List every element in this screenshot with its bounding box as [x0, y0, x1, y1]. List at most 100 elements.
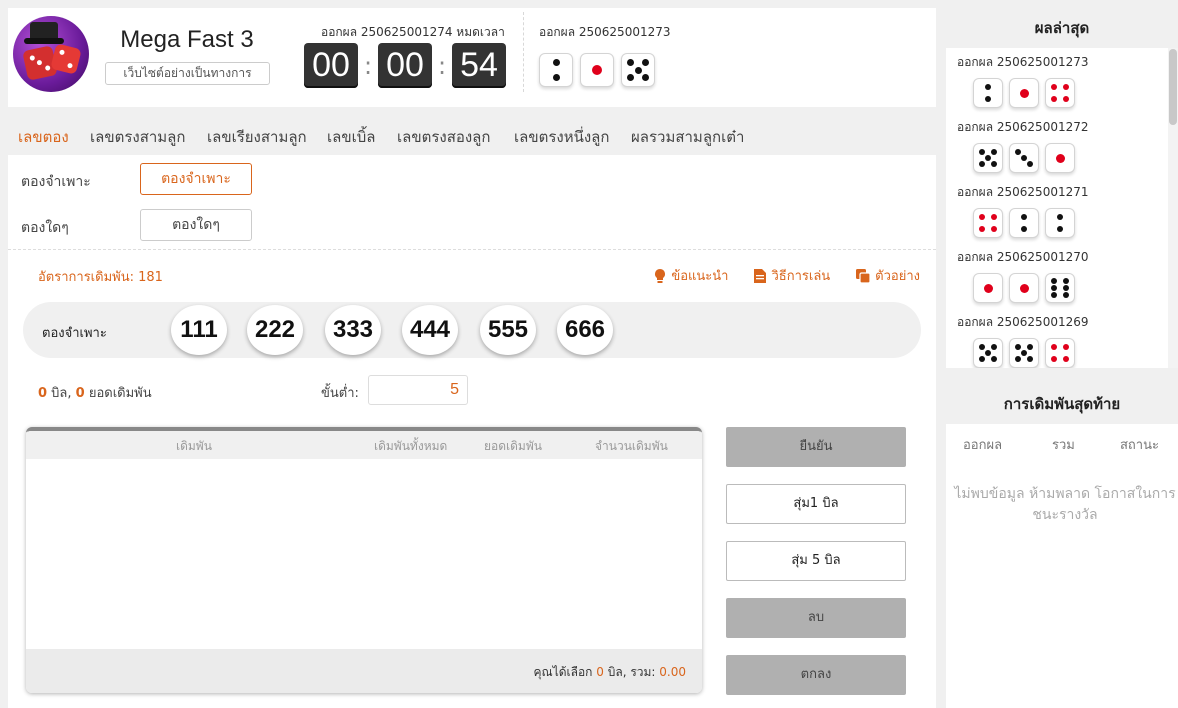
timer-minutes: 00 — [378, 43, 432, 88]
die-pip — [1051, 96, 1057, 102]
die-pip — [1063, 278, 1069, 284]
result-draw-label: ออกผล 250625001272 — [957, 120, 1089, 134]
die-pip — [1015, 344, 1021, 350]
die-pip — [984, 284, 993, 293]
timer-seconds: 54 — [452, 43, 506, 88]
last-bets-panel: การเดิมพันสุดท้าย ออกผล รวม สถานะ ไม่พบข… — [946, 384, 1178, 708]
minimum-stake-input[interactable] — [368, 375, 468, 405]
result-dice — [973, 143, 1075, 173]
tab-exact-three[interactable]: เลขตรงสามลูก — [90, 125, 185, 149]
die-face-5-icon — [973, 143, 1003, 173]
die-pip — [553, 59, 560, 66]
die-pip — [1027, 344, 1033, 350]
tips-link[interactable]: ข้อแนะนำ — [654, 265, 728, 286]
die-pip — [991, 161, 997, 167]
delete-button[interactable]: ลบ — [726, 598, 906, 638]
any-triple-button[interactable]: ตองใดๆ — [140, 209, 252, 241]
die-pip — [991, 149, 997, 155]
results-scrollbar[interactable] — [1168, 48, 1178, 368]
die-pip — [642, 74, 649, 81]
help-links: ข้อแนะนำ วิธีการเล่น ตัวอย่าง — [654, 265, 920, 286]
die-pip — [979, 161, 985, 167]
number-choice-bar: ตองจำเพาะ 111 222 333 444 555 666 — [23, 302, 921, 358]
die-face-1-icon — [1009, 78, 1039, 108]
die-pip — [1051, 285, 1057, 291]
how-to-play-link[interactable]: วิธีการเล่น — [754, 265, 830, 286]
result-dice — [973, 78, 1075, 108]
die-face-2-icon — [1009, 208, 1039, 238]
result-row: ออกผล 250625001273 — [946, 48, 1168, 113]
game-title: Mega Fast 3 — [120, 26, 254, 53]
latest-results-list: ออกผล 250625001273 ออกผล 250625001272 ออกผ… — [946, 48, 1168, 368]
tab-sequence-three[interactable]: เลขเรียงสามลูก — [207, 125, 307, 149]
bills-count: 0 — [38, 386, 48, 401]
die-pip — [553, 74, 560, 81]
die-face-2-icon — [973, 78, 1003, 108]
die-pip — [1057, 214, 1063, 220]
previous-draw-label: ออกผล 250625001273 — [539, 25, 671, 39]
die-pip — [1063, 344, 1069, 350]
number-button-111[interactable]: 111 — [171, 305, 227, 355]
result-row: ออกผล 250625001270 — [946, 243, 1168, 308]
choice-label: ตองจำเพาะ — [42, 326, 107, 341]
mode-row-label: ตองใดๆ — [21, 220, 69, 236]
die-face-1-icon — [973, 273, 1003, 303]
confirm-button[interactable]: ยืนยัน — [726, 427, 906, 467]
specific-triple-button[interactable]: ตองจำเพาะ — [140, 163, 252, 195]
random-5-bills-button[interactable]: สุ่ม 5 บิล — [726, 541, 906, 581]
lightbulb-icon — [655, 268, 666, 283]
current-draw-label: ออกผล 250625001274 หมดเวลา — [321, 25, 505, 39]
section-divider — [8, 249, 936, 250]
die-pip — [991, 356, 997, 362]
last-bets-title: การเดิมพันสุดท้าย — [946, 384, 1178, 424]
game-logo — [13, 16, 89, 92]
tab-sum-three[interactable]: ผลรวมสามลูกเต๋า — [631, 125, 744, 149]
die-face-5-icon — [973, 338, 1003, 368]
die-pip — [985, 350, 991, 356]
die-face-5-icon — [1009, 338, 1039, 368]
scrollbar-thumb[interactable] — [1169, 49, 1177, 125]
number-button-555[interactable]: 555 — [480, 305, 536, 355]
die-pip — [1051, 344, 1057, 350]
number-button-222[interactable]: 222 — [247, 305, 303, 355]
result-row: ออกผล 250625001269 — [946, 308, 1168, 368]
bet-total: 0 — [75, 386, 85, 401]
how-to-play-label: วิธีการเล่น — [771, 269, 831, 284]
die-pip — [627, 74, 634, 81]
die-face-4-icon — [1045, 78, 1075, 108]
result-draw-label: ออกผล 250625001270 — [957, 250, 1089, 264]
tab-double[interactable]: เลขเบิ้ล — [327, 125, 375, 149]
timer-separator: : — [437, 51, 447, 80]
official-site-badge[interactable]: เว็บไซต์อย่างเป็นทางการ — [105, 62, 270, 85]
number-button-444[interactable]: 444 — [402, 305, 458, 355]
die-face-6-icon — [1045, 273, 1075, 303]
die-face-2-icon — [539, 53, 573, 87]
mode-row-label: ตองจำเพาะ — [21, 174, 91, 190]
die-pip — [1021, 214, 1027, 220]
ok-button[interactable]: ตกลง — [726, 655, 906, 695]
tab-exact-one[interactable]: เลขตรงหนึ่งลูก — [514, 125, 609, 149]
tips-link-label: ข้อแนะนำ — [671, 269, 729, 284]
die-pip — [1015, 149, 1021, 155]
die-face-3-icon — [1009, 143, 1039, 173]
die-face-1-icon — [1009, 273, 1039, 303]
example-link[interactable]: ตัวอย่าง — [856, 265, 920, 286]
selected-count: 0 — [596, 665, 604, 679]
die-pip — [1051, 84, 1057, 90]
odds-label: อัตราการเดิมพัน: 181 — [38, 270, 163, 285]
number-button-666[interactable]: 666 — [557, 305, 613, 355]
die-pip — [627, 59, 634, 66]
number-button-333[interactable]: 333 — [325, 305, 381, 355]
die-pip — [1051, 356, 1057, 362]
tab-exact-two[interactable]: เลขตรงสองลูก — [397, 125, 490, 149]
bet-summary: 0 บิล, 0 ยอดเดิมพัน — [38, 386, 152, 401]
previous-result-dice — [539, 53, 655, 87]
random-1-bill-button[interactable]: สุ่ม1 บิล — [726, 484, 906, 524]
tab-triple[interactable]: เลขตอง — [18, 125, 69, 149]
betting-panel: ตองจำเพาะ ตองจำเพาะ ตองใดๆ ตองใดๆ อัตราก… — [8, 155, 936, 708]
die-pip — [979, 214, 985, 220]
die-pip — [635, 67, 642, 74]
empty-message: ไม่พบข้อมูล ห้ามพลาด โอกาสในการชนะรางวัล — [954, 486, 1176, 523]
die-pip — [979, 149, 985, 155]
die-pip — [985, 96, 991, 102]
